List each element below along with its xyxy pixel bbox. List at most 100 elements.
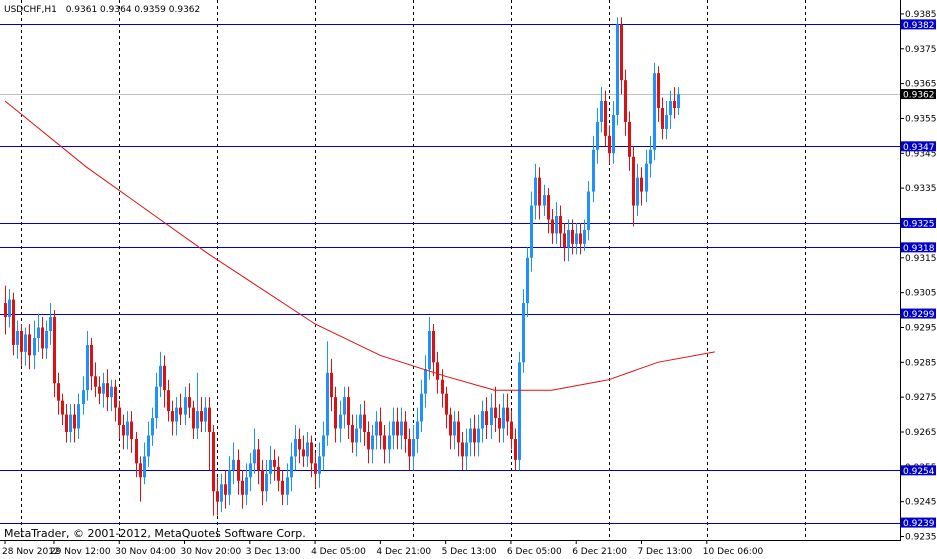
price-tick-label: 0.9315: [905, 254, 937, 264]
time-tick-labels: 28 Nov 201229 Nov 12:00 30 Nov 04:00 30 No…: [2, 540, 764, 557]
candle-body: [302, 449, 305, 457]
candle-body: [20, 330, 23, 352]
level-tag: 0.9347: [903, 143, 935, 153]
candle-body: [457, 421, 460, 443]
candle-body: [563, 233, 566, 248]
candle-body: [261, 470, 264, 492]
candle-body: [273, 459, 276, 467]
candle-body: [388, 435, 391, 450]
candle-body: [636, 177, 639, 206]
price-tick-label: 0.9265: [905, 428, 937, 438]
candle-body: [579, 233, 582, 244]
candle-body: [73, 414, 76, 429]
candle-body: [37, 327, 40, 338]
candle-body: [224, 484, 227, 495]
time-tick-label: 29 Nov 12:00: [50, 547, 111, 557]
candle-body: [518, 362, 521, 460]
candle-body: [98, 386, 101, 394]
current-price-tag: 0.9362: [903, 91, 935, 101]
candle-body: [310, 442, 313, 464]
candle-body: [408, 438, 411, 457]
candle-body: [555, 216, 558, 234]
candle-body: [400, 421, 403, 436]
candle-body: [379, 421, 382, 436]
candle-body: [147, 435, 150, 457]
candle-body: [632, 156, 635, 206]
candle-body: [416, 421, 419, 439]
time-tick-label: 4 Dec 21:00: [376, 547, 431, 557]
candle-body: [363, 414, 366, 432]
candle-body: [294, 438, 297, 457]
candle-body: [314, 463, 317, 474]
candle-body: [510, 421, 513, 439]
candle-body: [49, 317, 52, 331]
level-tag: 0.9239: [903, 519, 935, 529]
candle-body: [122, 425, 125, 436]
time-tick-label: 3 Dec 13:00: [246, 547, 301, 557]
candle-body: [339, 414, 342, 429]
candle-body: [481, 411, 484, 429]
candle-body: [608, 135, 611, 154]
price-tick-label: 0.9245: [905, 498, 937, 508]
candle-body: [326, 372, 329, 436]
candle-body: [163, 365, 166, 391]
candle-body: [612, 114, 615, 154]
candle-body: [281, 480, 284, 495]
price-tick-label: 0.9355: [905, 114, 937, 124]
candle-body: [624, 80, 627, 122]
candle-body: [106, 383, 109, 398]
candle-body: [445, 393, 448, 415]
candle-body: [241, 480, 244, 495]
price-chart[interactable]: 0.93850.93750.93650.93550.93450.93350.93…: [0, 0, 937, 559]
price-tick-label: 0.9365: [905, 80, 937, 90]
price-tick-label: 0.9285: [905, 358, 937, 368]
candle-body: [28, 334, 31, 356]
candle-body: [306, 442, 309, 457]
candle-body: [604, 101, 607, 136]
candle-body: [151, 418, 154, 436]
symbol-label: USDCHF,H1: [4, 5, 57, 15]
candle-body: [257, 449, 260, 471]
time-tick-label: 10 Dec 06:00: [703, 547, 764, 557]
candle-body: [677, 94, 680, 108]
candle-body: [355, 428, 358, 443]
time-tick-label: 4 Dec 05:00: [311, 547, 366, 557]
candle-body: [77, 404, 80, 429]
candle-body: [538, 177, 541, 206]
candle-body: [334, 397, 337, 429]
candle-body: [371, 435, 374, 450]
candle-body: [592, 149, 595, 192]
candle-body: [526, 257, 529, 304]
candle-body: [12, 299, 15, 345]
candle-body: [383, 435, 386, 450]
candle-body: [628, 121, 631, 157]
candle-body: [57, 383, 60, 401]
candle-body: [179, 407, 182, 415]
candle-body: [41, 327, 44, 349]
candle-body: [665, 114, 668, 129]
candle-body: [322, 435, 325, 457]
candle-body: [184, 397, 187, 415]
candle-body: [155, 386, 158, 419]
candle-body: [600, 101, 603, 122]
candle-body: [228, 470, 231, 495]
candle-body: [649, 149, 652, 164]
candle-body: [375, 421, 378, 436]
candle-body: [583, 229, 586, 244]
candle-body: [102, 383, 105, 394]
candle-body: [485, 411, 488, 426]
candle-body: [502, 407, 505, 429]
candle-body: [33, 337, 36, 356]
candle-body: [237, 459, 240, 481]
candle-body: [645, 163, 648, 192]
candle-body: [530, 205, 533, 258]
level-tag: 0.9382: [903, 21, 935, 31]
candle-body: [45, 330, 48, 349]
candle-body: [24, 334, 27, 352]
candle-body: [90, 344, 93, 377]
level-tag: 0.9325: [903, 219, 935, 229]
candle-body: [351, 425, 354, 443]
candle-body: [220, 484, 223, 502]
candle-body: [616, 24, 619, 115]
candle-body: [290, 456, 293, 478]
